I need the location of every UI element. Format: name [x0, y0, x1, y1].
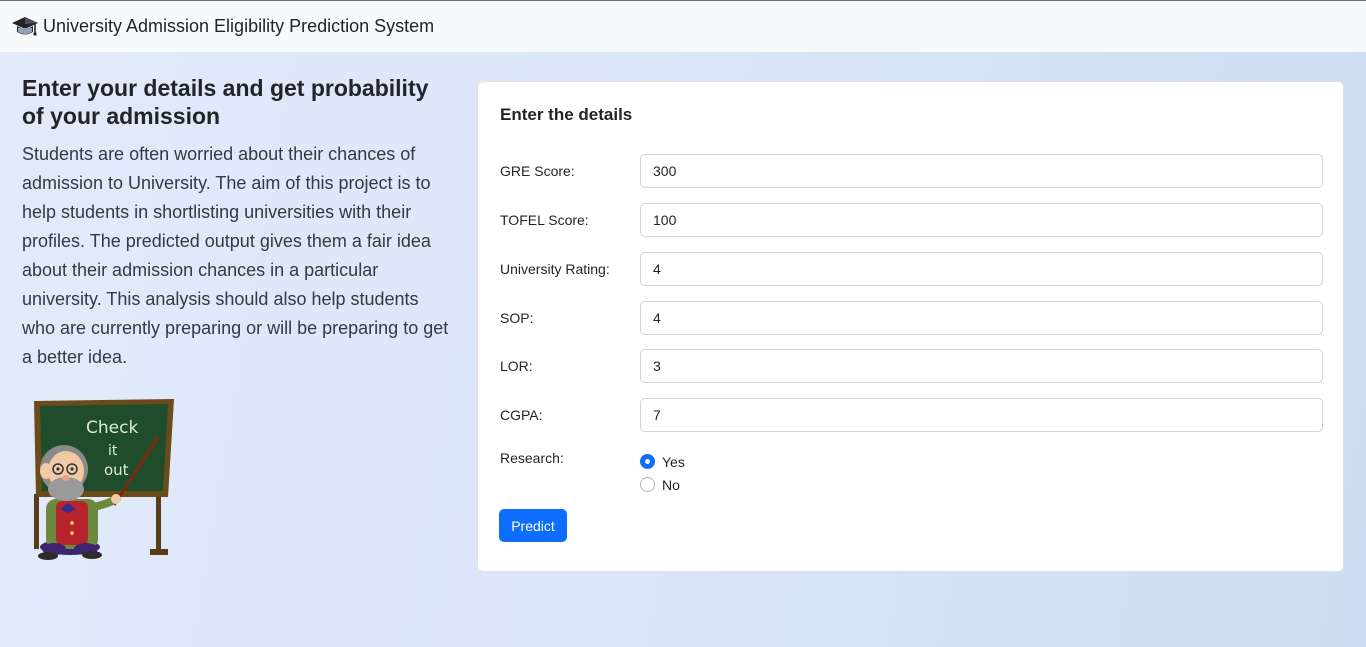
research-row: Research: Yes No	[500, 450, 1323, 496]
tofel-score-input[interactable]	[640, 203, 1323, 237]
details-form-card: Enter the details GRE Score: TOFEL Score…	[477, 81, 1344, 572]
teacher-illustration: Check it out	[34, 399, 174, 560]
research-option-no-label: No	[662, 476, 680, 493]
graduation-cap-icon	[12, 16, 38, 36]
university-rating-row: University Rating:	[500, 252, 1323, 286]
lor-label: LOR:	[500, 358, 533, 374]
board-text-it: it	[108, 443, 118, 459]
research-radio-group: Yes No	[640, 450, 685, 496]
tofel-score-label: TOFEL Score:	[500, 212, 589, 228]
navbar: University Admission Eligibility Predict…	[0, 0, 1366, 52]
predict-button[interactable]: Predict	[499, 509, 567, 542]
gre-score-label: GRE Score:	[500, 163, 575, 179]
gre-score-row: GRE Score:	[500, 154, 1323, 188]
university-rating-input[interactable]	[640, 252, 1323, 286]
university-rating-label: University Rating:	[500, 261, 610, 277]
gre-score-input[interactable]	[640, 154, 1323, 188]
research-label: Research:	[500, 450, 564, 466]
research-option-no[interactable]: No	[640, 473, 685, 496]
radio-yes[interactable]	[640, 454, 655, 469]
lor-input[interactable]	[640, 349, 1323, 383]
cgpa-row: CGPA:	[500, 398, 1323, 432]
intro-headline: Enter your details and get probability o…	[22, 75, 429, 129]
research-option-yes-label: Yes	[662, 453, 685, 470]
cgpa-label: CGPA:	[500, 407, 543, 423]
research-option-yes[interactable]: Yes	[640, 450, 685, 473]
sop-input[interactable]	[640, 301, 1323, 335]
intro-section: Enter your details and get probability o…	[22, 74, 452, 561]
sop-row: SOP:	[500, 301, 1323, 335]
board-text-out: out	[104, 461, 129, 479]
cgpa-input[interactable]	[640, 398, 1323, 432]
radio-no[interactable]	[640, 477, 655, 492]
app-title[interactable]: University Admission Eligibility Predict…	[43, 16, 434, 37]
intro-description: Students are often worried about their c…	[22, 144, 449, 367]
form-title: Enter the details	[500, 105, 633, 124]
sop-label: SOP:	[500, 310, 534, 326]
tofel-score-row: TOFEL Score:	[500, 203, 1323, 237]
lor-row: LOR:	[500, 349, 1323, 383]
board-text-check: Check	[86, 418, 138, 438]
